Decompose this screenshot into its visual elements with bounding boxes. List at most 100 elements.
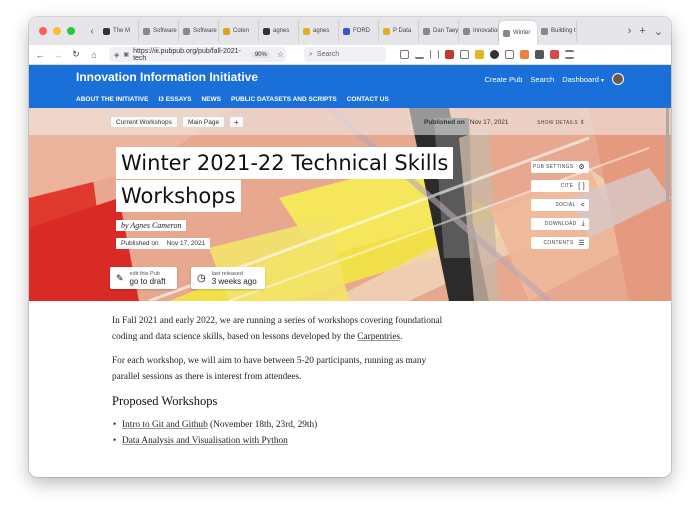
- downloads-icon[interactable]: [415, 50, 424, 59]
- tab-item[interactable]: Dan Taeyo: [419, 20, 459, 42]
- last-released-button[interactable]: ◷ last released 3 weeks ago: [191, 267, 265, 289]
- extension-gray-icon[interactable]: [535, 50, 544, 59]
- library-icon[interactable]: [430, 50, 439, 59]
- tab-item[interactable]: Coten: [219, 20, 259, 42]
- site-title[interactable]: Innovation Information Initiative: [76, 70, 258, 84]
- tab-favicon-icon: [423, 27, 430, 35]
- sidebar-icon[interactable]: [460, 50, 469, 59]
- add-collection-button[interactable]: +: [229, 116, 244, 128]
- nav-item-about[interactable]: ABOUT THE INITIATIVE: [76, 96, 148, 103]
- bookmark-star-icon[interactable]: ☆: [277, 50, 284, 59]
- tab-item[interactable]: P Data: [379, 20, 419, 42]
- extension-dark-icon[interactable]: [490, 50, 499, 59]
- search-placeholder: Search: [316, 51, 340, 58]
- pub-date: Published on Nov 17, 2021: [116, 238, 211, 249]
- zoom-window-button[interactable]: [67, 27, 75, 35]
- browser-window: ‹ The M Software Software Coten agnes agnes FO…: [29, 17, 671, 477]
- tab-favicon-icon: [263, 27, 270, 35]
- tab-item[interactable]: agnes: [259, 20, 299, 42]
- close-window-button[interactable]: [39, 27, 47, 35]
- tab-scroll-left-icon[interactable]: ‹: [85, 26, 99, 37]
- byline[interactable]: by Agnes Cameron: [116, 220, 187, 231]
- zoom-level-badge[interactable]: 90%: [251, 51, 270, 58]
- social-button[interactable]: SOCIAL <: [531, 199, 589, 211]
- tab-favicon-icon: [103, 27, 110, 35]
- extension-red-icon[interactable]: [550, 50, 559, 59]
- list-icon: ☰: [578, 240, 585, 247]
- tab-item[interactable]: The M: [99, 20, 139, 42]
- reload-icon[interactable]: ↻: [69, 49, 83, 60]
- tab-scroll-right-icon[interactable]: ›: [628, 25, 632, 38]
- tab-item[interactable]: Software: [179, 20, 219, 42]
- share-icon: <: [580, 201, 585, 209]
- pub-title-line-2: Workshops: [116, 180, 241, 212]
- back-arrow-icon[interactable]: ←: [33, 50, 47, 60]
- nav-item-datasets[interactable]: PUBLIC DATASETS AND SCRIPTS: [231, 96, 337, 103]
- forward-arrow-icon[interactable]: →: [51, 50, 65, 60]
- tab-label: Innovation: [473, 28, 499, 34]
- nav-item-essays[interactable]: I3 ESSAYS: [158, 96, 191, 103]
- home-icon[interactable]: ⌂: [87, 50, 101, 60]
- git-workshop-link[interactable]: Intro to Git and Github: [122, 420, 208, 430]
- tabbar-actions: › + ⌄: [628, 25, 663, 38]
- url-bar[interactable]: ◈ ▣ https://iii.pubpub.org/pub/fall-2021…: [109, 47, 286, 62]
- show-details-button[interactable]: SHOW DETAILS ⇕: [537, 119, 585, 126]
- cite-bracket-icon: [ ]: [578, 182, 585, 190]
- tab-item[interactable]: Innovation: [459, 20, 499, 42]
- pub-settings-button[interactable]: PUB SETTINGS ⚙: [531, 161, 589, 173]
- tab-item[interactable]: Building t: [537, 20, 577, 42]
- python-workshop-link[interactable]: Data Analysis and Visualisation with Pyt…: [122, 436, 288, 446]
- tab-active[interactable]: Winter×: [499, 21, 537, 45]
- tab-item[interactable]: FORD: [339, 20, 379, 42]
- cite-button[interactable]: CITE[ ]: [531, 180, 589, 192]
- ublock-icon[interactable]: [445, 50, 454, 59]
- scrollbar[interactable]: [666, 108, 669, 203]
- tab-favicon-icon: [503, 29, 510, 37]
- search-input[interactable]: ⌕ Search: [304, 47, 386, 62]
- tab-favicon-icon: [223, 27, 230, 35]
- download-icon: ⤓: [581, 220, 585, 227]
- window-controls: [39, 27, 75, 35]
- tab-item[interactable]: agnes: [299, 20, 339, 42]
- site-nav: ABOUT THE INITIATIVE I3 ESSAYS NEWS PUBL…: [76, 96, 389, 103]
- contents-button[interactable]: CONTENTS ☰: [531, 237, 589, 249]
- collection-pill[interactable]: Current Workshops: [110, 116, 178, 128]
- header-links: Create Pub Search Dashboard ▾: [484, 73, 624, 85]
- expand-chevron-icon: ⇕: [579, 120, 586, 126]
- tab-label: Software: [193, 28, 217, 34]
- minimize-window-button[interactable]: [53, 27, 61, 35]
- paragraph-intro: In Fall 2021 and early 2022, we are runn…: [112, 316, 443, 342]
- nav-item-contact[interactable]: CONTACT US: [347, 96, 389, 103]
- tab-label: FORD: [353, 28, 370, 34]
- search-icon: ⌕: [309, 50, 313, 58]
- menu-icon[interactable]: [565, 50, 574, 59]
- shield-icon: ◈: [114, 51, 120, 59]
- tab-item[interactable]: Software: [139, 20, 179, 42]
- search-link[interactable]: Search: [530, 75, 554, 84]
- main-page-pill[interactable]: Main Page: [182, 116, 226, 128]
- tab-label: Dan Taeyo: [433, 28, 459, 34]
- new-tab-icon[interactable]: +: [639, 25, 645, 38]
- edit-pub-button[interactable]: ✎ edit this Pub go to draft: [110, 267, 177, 289]
- pocket-icon[interactable]: [400, 50, 409, 59]
- tab-label: Software: [153, 28, 177, 34]
- carpentries-link[interactable]: Carpentries: [357, 332, 400, 342]
- tab-favicon-icon: [383, 27, 390, 35]
- lock-icon: ▣: [123, 52, 130, 58]
- download-button[interactable]: DOWNLOAD ⤓: [531, 218, 589, 230]
- tab-label: P Data: [393, 28, 412, 34]
- nav-item-news[interactable]: NEWS: [201, 96, 221, 103]
- create-pub-link[interactable]: Create Pub: [484, 75, 522, 84]
- zotero-icon[interactable]: [475, 50, 484, 59]
- section-heading: Proposed Workshops: [112, 394, 218, 408]
- metamask-icon[interactable]: [520, 50, 529, 59]
- tab-favicon-icon: [463, 27, 470, 35]
- avatar[interactable]: [612, 73, 624, 85]
- dashboard-link[interactable]: Dashboard ▾: [562, 75, 604, 84]
- tab-label: Coten: [233, 28, 250, 34]
- screenshot-icon[interactable]: [505, 50, 514, 59]
- tab-label: Winter: [513, 30, 531, 36]
- history-clock-icon: ◷: [197, 272, 206, 284]
- tab-list-chevron-icon[interactable]: ⌄: [654, 25, 663, 38]
- tab-label: The M: [113, 28, 131, 34]
